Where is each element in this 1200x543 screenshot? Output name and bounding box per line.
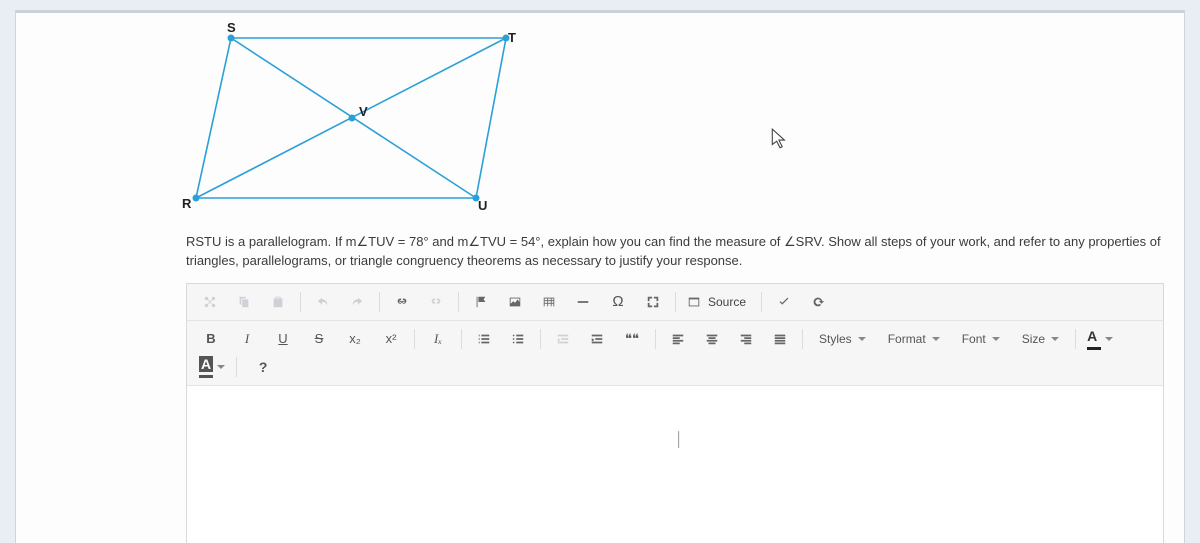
numbered-list-button[interactable] xyxy=(469,327,499,351)
flag-icon[interactable] xyxy=(466,290,496,314)
align-center-button[interactable] xyxy=(697,327,727,351)
specialchar-icon[interactable]: Ω xyxy=(602,290,634,314)
size-combo[interactable]: Size xyxy=(1015,327,1066,351)
vertex-V: V xyxy=(359,104,368,119)
underline-button[interactable]: U xyxy=(267,327,299,351)
undo-icon xyxy=(308,290,338,314)
parallelogram-diagram: S T U R V xyxy=(176,18,516,218)
bullet-list-button[interactable] xyxy=(503,327,533,351)
vertex-R: R xyxy=(182,196,191,211)
format-combo[interactable]: Format xyxy=(881,327,947,351)
redo-icon xyxy=(342,290,372,314)
help-button[interactable]: ? xyxy=(248,355,278,379)
font-combo[interactable]: Font xyxy=(955,327,1007,351)
outdent-button xyxy=(548,327,578,351)
table-icon[interactable] xyxy=(534,290,564,314)
align-left-button[interactable] xyxy=(663,327,693,351)
toolbar-row-1: Ω Source xyxy=(187,284,1163,321)
spellcheck-icon[interactable] xyxy=(769,290,799,314)
italic-button[interactable]: I xyxy=(231,327,263,351)
text-caret: │ xyxy=(675,431,684,447)
maximize-icon[interactable] xyxy=(638,290,668,314)
editor-textarea[interactable]: │ xyxy=(187,386,1163,543)
text-color-button[interactable]: A xyxy=(1084,328,1116,350)
link-icon[interactable] xyxy=(387,290,417,314)
subscript-button[interactable]: x₂ xyxy=(339,327,371,351)
unlink-icon xyxy=(421,290,451,314)
image-icon[interactable] xyxy=(500,290,530,314)
bold-button[interactable]: B xyxy=(195,327,227,351)
hr-icon[interactable] xyxy=(568,290,598,314)
source-label: Source xyxy=(704,295,750,309)
toolbar-row-2: B I U S x₂ x² Iₓ ❝❝ Styles Format Font S… xyxy=(187,321,1163,386)
superscript-button[interactable]: x² xyxy=(375,327,407,351)
vertex-S: S xyxy=(227,20,236,35)
question-prompt: RSTU is a parallelogram. If m∠TUV = 78° … xyxy=(186,233,1164,271)
vertex-T: T xyxy=(508,30,516,45)
align-justify-button[interactable] xyxy=(765,327,795,351)
vertex-U: U xyxy=(478,198,487,213)
bg-color-button[interactable]: A xyxy=(196,356,228,378)
remove-format-button[interactable]: Iₓ xyxy=(422,327,454,351)
refresh-icon[interactable] xyxy=(803,290,833,314)
copy-icon xyxy=(229,290,259,314)
paste-icon xyxy=(263,290,293,314)
blockquote-button[interactable]: ❝❝ xyxy=(616,327,648,351)
strike-button[interactable]: S xyxy=(303,327,335,351)
styles-combo[interactable]: Styles xyxy=(812,327,873,351)
indent-button[interactable] xyxy=(582,327,612,351)
question-panel: S T U R V RSTU is a parallelogram. If m∠… xyxy=(15,10,1185,543)
mouse-cursor xyxy=(771,128,789,155)
rich-text-editor: Ω Source B I U S x₂ x² Iₓ xyxy=(186,283,1164,543)
align-right-button[interactable] xyxy=(731,327,761,351)
cut-icon xyxy=(195,290,225,314)
source-button[interactable]: Source xyxy=(683,290,754,314)
